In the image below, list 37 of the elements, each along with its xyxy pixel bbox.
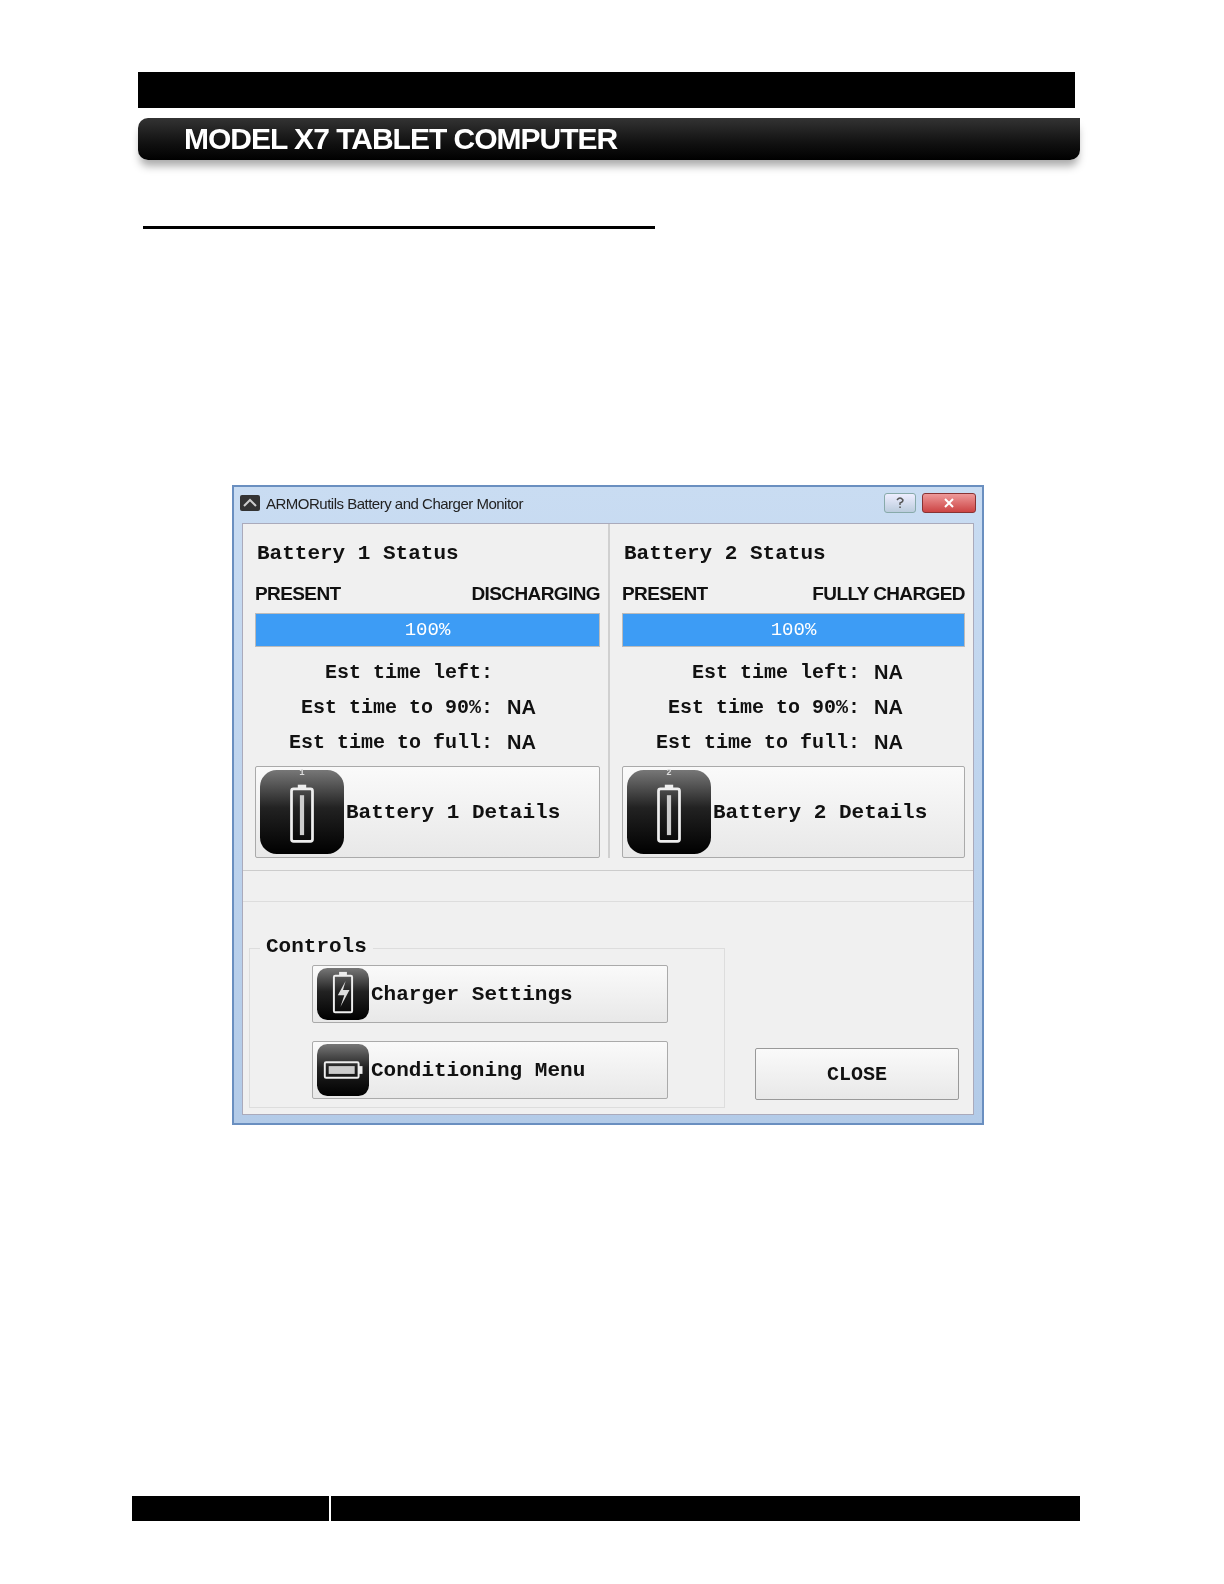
presence-text: PRESENT [255,583,341,605]
charger-settings-button[interactable]: Charger Settings [312,965,668,1023]
estimate-value: NA [507,731,536,754]
close-button[interactable]: CLOSE [755,1048,959,1100]
charge-reading: 100% [770,619,817,641]
conditioning-menu-button[interactable]: Conditioning Menu [312,1041,668,1099]
estimate-label: Est time to full: [288,731,493,754]
estimate-label: Est time left: [691,661,860,684]
help-button[interactable] [884,493,916,513]
estimate-value: NA [874,696,903,719]
close-icon [944,498,954,508]
battery-number: 2 [665,768,673,778]
close-window-button[interactable] [922,493,976,513]
battery-charge-icon [317,968,369,1020]
window-title: ARMORutils Battery and Charger Monitor [266,494,523,512]
status-title: Battery 1 Status [257,542,460,565]
battery-icon [260,770,344,854]
status-title: Battery 2 Status [624,542,827,565]
battery-icon [627,770,711,854]
document-title: MODEL X7 TABLET COMPUTER [184,122,618,156]
presence-text: PRESENT [622,583,708,605]
charge-state: FULLY CHARGED [812,583,965,605]
battery-details-button[interactable]: 2 Battery 2 Details [622,766,965,858]
battery-icon [317,1044,369,1096]
estimate-label: Est time to 90%: [300,696,493,719]
battery-number: 1 [298,768,306,778]
estimate-value: NA [507,696,536,719]
battery-details-button[interactable]: 1 Battery 1 Details [255,766,600,858]
question-icon [896,497,904,509]
charge-reading: 100% [404,619,451,641]
charge-state: DISCHARGING [471,583,600,605]
estimate-label: Est time to 90%: [667,696,860,719]
app-icon [240,495,260,511]
estimate-label: Est time to full: [655,731,860,754]
estimate-value: NA [874,661,903,684]
estimate-value: NA [874,731,903,754]
estimate-label: Est time left: [324,661,493,684]
